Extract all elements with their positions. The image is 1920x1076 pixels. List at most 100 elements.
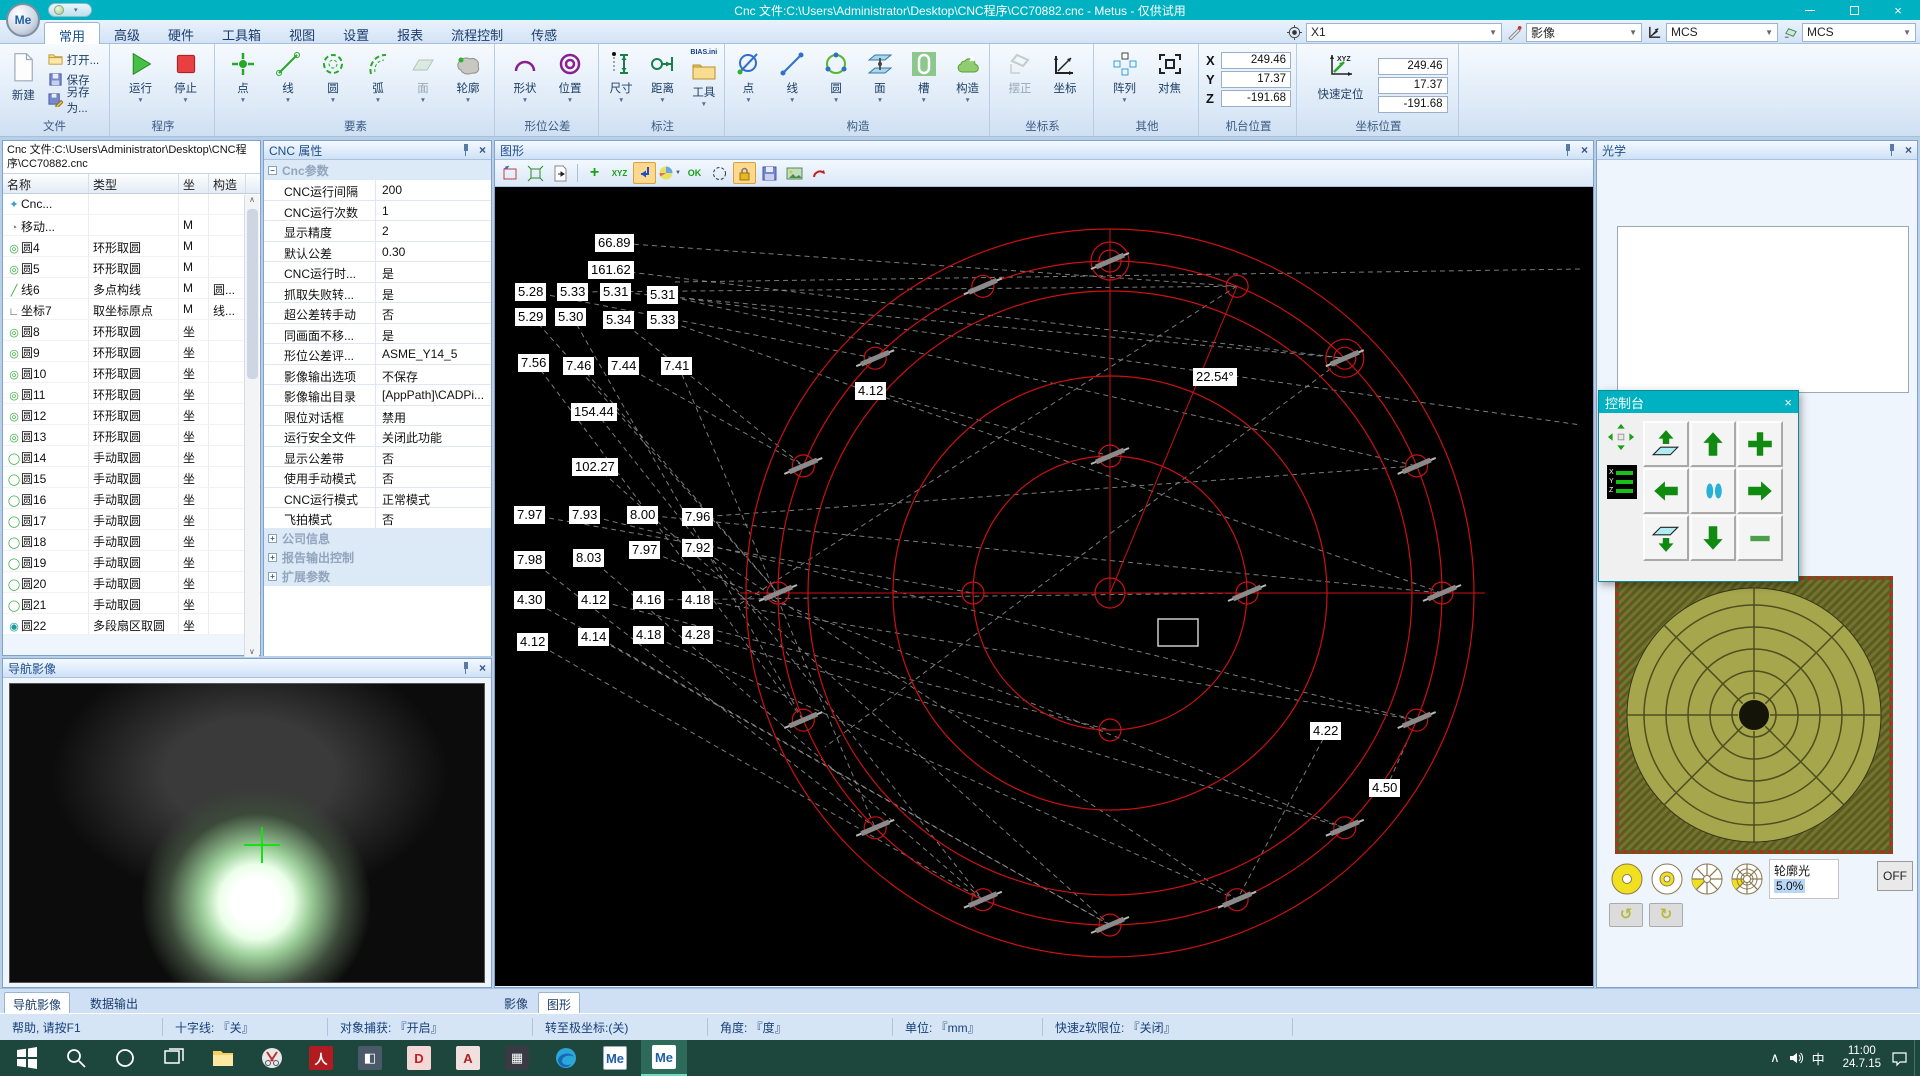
combo-X1[interactable]: X1▼	[1306, 23, 1502, 42]
prop-row-显示精度[interactable]: 显示精度2	[264, 221, 491, 242]
image-export-button[interactable]	[783, 162, 806, 184]
prop-row-默认公差[interactable]: 默认公差0.30	[264, 242, 491, 263]
tree-row-圆8[interactable]: ◎圆8环形取圆坐	[3, 320, 260, 341]
taskbar-clock[interactable]: 11:00 24.7.15	[1843, 1045, 1881, 1071]
tree-row-圆11[interactable]: ◎圆11环形取圆坐	[3, 383, 260, 404]
sector-rings-light-button[interactable]	[1729, 861, 1765, 897]
tab-传感[interactable]: 传感	[517, 22, 571, 44]
quick-value-2[interactable]: -191.68	[1378, 96, 1448, 113]
volume-icon[interactable]	[1788, 1050, 1804, 1066]
tree-col-坐[interactable]: 坐	[179, 174, 209, 193]
console-arrow-up-button[interactable]	[1690, 421, 1736, 467]
console-plus-button[interactable]	[1737, 421, 1783, 467]
zoom-extents-button[interactable]	[524, 162, 547, 184]
ribbon-button-工具[interactable]: BIAS.ini工具▼	[684, 46, 724, 116]
axis-value-Z[interactable]: -191.68	[1221, 90, 1291, 107]
tab-影像[interactable]: 影像	[496, 992, 536, 1013]
ribbon-button-运行[interactable]: 运行▼	[119, 46, 163, 116]
taskbar-edge-browser[interactable]	[543, 1040, 589, 1076]
ribbon-button-圆[interactable]: 圆▼	[815, 46, 858, 116]
prop-row-飞拍模式[interactable]: 飞拍模式否	[264, 508, 491, 529]
taskbar-photo-app[interactable]: ◧	[347, 1040, 393, 1076]
expand-icon[interactable]: +	[268, 572, 277, 581]
taskbar-search[interactable]	[53, 1040, 99, 1076]
taskbar-start[interactable]	[4, 1040, 50, 1076]
prop-row-形位公差评...[interactable]: 形位公差评...ASME_Y14_5	[264, 344, 491, 365]
color-wheel-button[interactable]: ▼	[658, 162, 681, 184]
expand-icon[interactable]: +	[268, 553, 277, 562]
pin-icon[interactable]	[461, 144, 471, 156]
ribbon-button-形状[interactable]: 形状▼	[503, 46, 547, 116]
tab-常用[interactable]: 常用	[44, 22, 100, 44]
taskbar-task-view[interactable]	[151, 1040, 197, 1076]
pin-icon[interactable]	[1563, 144, 1573, 156]
prop-row-CNC运行时...[interactable]: CNC运行时...是	[264, 262, 491, 283]
tree-row-圆22[interactable]: ◉圆22多段扇区取圆坐	[3, 614, 260, 635]
tree-row-Cnc...[interactable]: ✦Cnc...	[3, 194, 260, 215]
ribbon-button-线[interactable]: 线▼	[266, 46, 310, 116]
tab-工具箱[interactable]: 工具箱	[208, 22, 275, 44]
tree-row-圆4[interactable]: ◎圆4环形取圆M	[3, 236, 260, 257]
prop-row-CNC运行模式[interactable]: CNC运行模式正常模式	[264, 488, 491, 509]
ribbon-button-点[interactable]: 点▼	[221, 46, 265, 116]
console-plane-up-button[interactable]	[1643, 421, 1689, 467]
light-intensity-value[interactable]: 5.0%	[1774, 879, 1805, 893]
show-desktop-button[interactable]	[1914, 1040, 1920, 1076]
combo-MCS[interactable]: MCS▼	[1802, 23, 1916, 42]
tree-row-圆19[interactable]: ◯圆19手动取圆坐	[3, 551, 260, 572]
taskbar-file-explorer[interactable]	[200, 1040, 246, 1076]
quick-access-toolbar[interactable]: ▾	[48, 3, 92, 17]
tree-col-构造[interactable]: 构造	[209, 174, 246, 193]
prop-group-扩展参数[interactable]: +扩展参数	[264, 567, 491, 586]
tree-row-圆13[interactable]: ◎圆13环形取圆坐	[3, 425, 260, 446]
redo-arrow-button[interactable]	[808, 162, 831, 184]
ribbon-button-位置[interactable]: 位置▼	[548, 46, 592, 116]
tree-col-类型[interactable]: 类型	[89, 174, 179, 193]
tab-硬件[interactable]: 硬件	[154, 22, 208, 44]
ribbon-button-另存为...[interactable]: 另存为...	[48, 91, 109, 108]
notification-icon[interactable]	[1891, 1050, 1908, 1067]
prop-row-影像输出选项[interactable]: 影像输出选项不保存	[264, 365, 491, 386]
tree-row-圆16[interactable]: ◯圆16手动取圆坐	[3, 488, 260, 509]
taskbar-metus-active[interactable]: Me	[641, 1040, 687, 1076]
quick-value-0[interactable]: 249.46	[1378, 58, 1448, 75]
taskbar-cad-app[interactable]: A	[445, 1040, 491, 1076]
console-minus-button[interactable]	[1737, 515, 1783, 561]
ribbon-button-弧[interactable]: 弧▼	[356, 46, 400, 116]
prop-row-CNC运行间隔[interactable]: CNC运行间隔200	[264, 180, 491, 201]
quick-value-1[interactable]: 17.37	[1378, 77, 1448, 94]
prop-row-显示公差带[interactable]: 显示公差带否	[264, 447, 491, 468]
tree-row-圆14[interactable]: ◯圆14手动取圆坐	[3, 446, 260, 467]
prop-row-使用手动模式[interactable]: 使用手动模式否	[264, 467, 491, 488]
ribbon-button-阵列[interactable]: 阵列▼	[1103, 46, 1147, 116]
prop-group-公司信息[interactable]: +公司信息	[264, 529, 491, 548]
ime-indicator[interactable]: 中	[1812, 1049, 1825, 1068]
ring-center-light-button[interactable]	[1649, 861, 1685, 897]
console-arrow-left-button[interactable]	[1643, 468, 1689, 514]
tree-row-圆21[interactable]: ◯圆21手动取圆坐	[3, 593, 260, 614]
tree-row-圆17[interactable]: ◯圆17手动取圆坐	[3, 509, 260, 530]
tree-row-圆5[interactable]: ◎圆5环形取圆M	[3, 257, 260, 278]
taskbar-metus[interactable]: Me	[592, 1040, 638, 1076]
cad-canvas[interactable]: 66.89161.625.285.335.315.315.295.305.345…	[495, 187, 1593, 986]
prop-group-报告输出控制[interactable]: +报告输出控制	[264, 548, 491, 567]
ribbon-button-轮廓[interactable]: 轮廓▼	[446, 46, 490, 116]
pin-icon[interactable]	[461, 662, 471, 674]
ribbon-button-距离[interactable]: 距离▼	[642, 46, 682, 116]
rotate-cw-button[interactable]: ↻	[1649, 903, 1683, 927]
tab-设置[interactable]: 设置	[329, 22, 383, 44]
console-arrow-down-button[interactable]	[1690, 515, 1736, 561]
close-icon[interactable]: ×	[479, 145, 486, 155]
close-icon[interactable]: ×	[479, 663, 486, 673]
tray-chevron-up-icon[interactable]: ∧	[1770, 1050, 1780, 1066]
prop-row-限位对话框[interactable]: 限位对话框禁用	[264, 406, 491, 427]
camera-preview-image[interactable]	[9, 683, 485, 983]
ribbon-button-点[interactable]: 点▼	[727, 46, 770, 116]
light-off-button[interactable]: OFF	[1877, 861, 1913, 891]
add-point-button[interactable]: +	[583, 162, 606, 184]
close-icon[interactable]: ×	[1905, 145, 1912, 155]
close-icon[interactable]: ×	[1581, 145, 1588, 155]
lasso-circle-button[interactable]	[708, 162, 731, 184]
ribbon-button-坐标[interactable]: 坐标	[1043, 46, 1087, 116]
xyz-display-button[interactable]: XYZ	[608, 162, 631, 184]
